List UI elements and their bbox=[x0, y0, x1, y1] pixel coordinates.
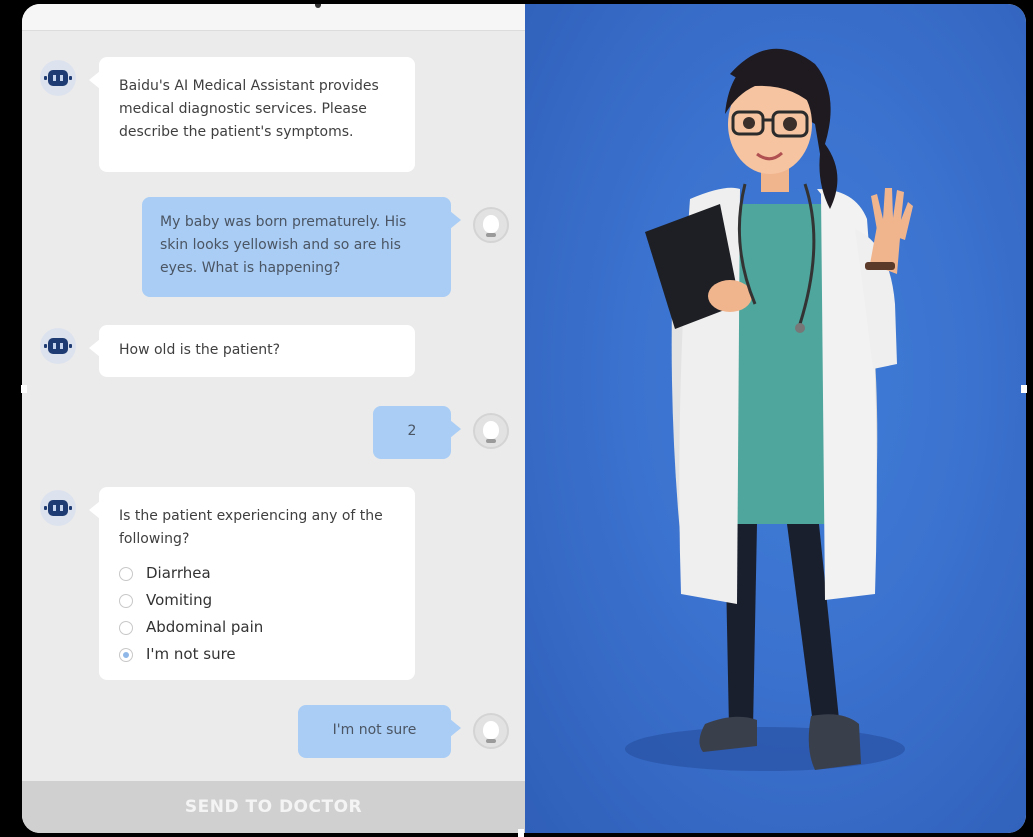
user-message-text: 2 bbox=[407, 423, 417, 439]
radio-icon[interactable] bbox=[119, 566, 133, 581]
option-not-sure[interactable]: I'm not sure bbox=[119, 641, 395, 668]
option-label: Abdominal pain bbox=[146, 618, 264, 636]
option-label: I'm not sure bbox=[146, 645, 236, 663]
option-diarrhea[interactable]: Diarrhea bbox=[119, 560, 395, 587]
bot-message-text: How old is the patient? bbox=[119, 342, 281, 358]
resize-handle[interactable] bbox=[21, 385, 27, 393]
chat-panel: Baidu's AI Medical Assistant provides me… bbox=[22, 4, 525, 833]
user-avatar-icon bbox=[473, 413, 509, 449]
top-caret-icon bbox=[315, 4, 321, 8]
doctor-illustration-panel bbox=[525, 4, 1026, 833]
bot-question-card: Is the patient experiencing any of the f… bbox=[89, 487, 415, 680]
option-label: Diarrhea bbox=[146, 564, 211, 582]
doctor-illustration bbox=[625, 48, 913, 771]
radio-checked-icon[interactable] bbox=[119, 647, 133, 662]
send-to-doctor-button[interactable]: SEND TO DOCTOR bbox=[22, 781, 525, 833]
option-label: Vomiting bbox=[146, 591, 213, 609]
bot-avatar-icon bbox=[40, 328, 76, 364]
radio-icon[interactable] bbox=[119, 593, 133, 608]
bot-message-text: Baidu's AI Medical Assistant provides me… bbox=[119, 78, 379, 140]
option-abdominal-pain[interactable]: Abdominal pain bbox=[119, 614, 395, 641]
option-vomiting[interactable]: Vomiting bbox=[119, 587, 395, 614]
resize-handle[interactable] bbox=[1021, 385, 1027, 393]
bot-avatar-icon bbox=[40, 490, 76, 526]
chat-top-bar bbox=[22, 4, 525, 31]
bot-message: Baidu's AI Medical Assistant provides me… bbox=[89, 57, 415, 172]
user-message: 2 bbox=[373, 406, 461, 459]
user-message: I'm not sure bbox=[298, 705, 461, 758]
bot-message: How old is the patient? bbox=[89, 325, 415, 377]
resize-handle[interactable] bbox=[518, 829, 524, 837]
app-frame: Baidu's AI Medical Assistant provides me… bbox=[22, 4, 1026, 833]
user-message-text: My baby was born prematurely. His skin l… bbox=[160, 214, 407, 276]
user-message-text: I'm not sure bbox=[332, 722, 417, 738]
bot-message-text: Is the patient experiencing any of the f… bbox=[119, 508, 383, 547]
option-list: Diarrhea Vomiting Abdominal pain I'm not… bbox=[119, 560, 395, 668]
radio-icon[interactable] bbox=[119, 620, 133, 635]
user-avatar-icon bbox=[473, 713, 509, 749]
user-message: My baby was born prematurely. His skin l… bbox=[142, 197, 461, 297]
bot-avatar-icon bbox=[40, 60, 76, 96]
user-avatar-icon bbox=[473, 207, 509, 243]
